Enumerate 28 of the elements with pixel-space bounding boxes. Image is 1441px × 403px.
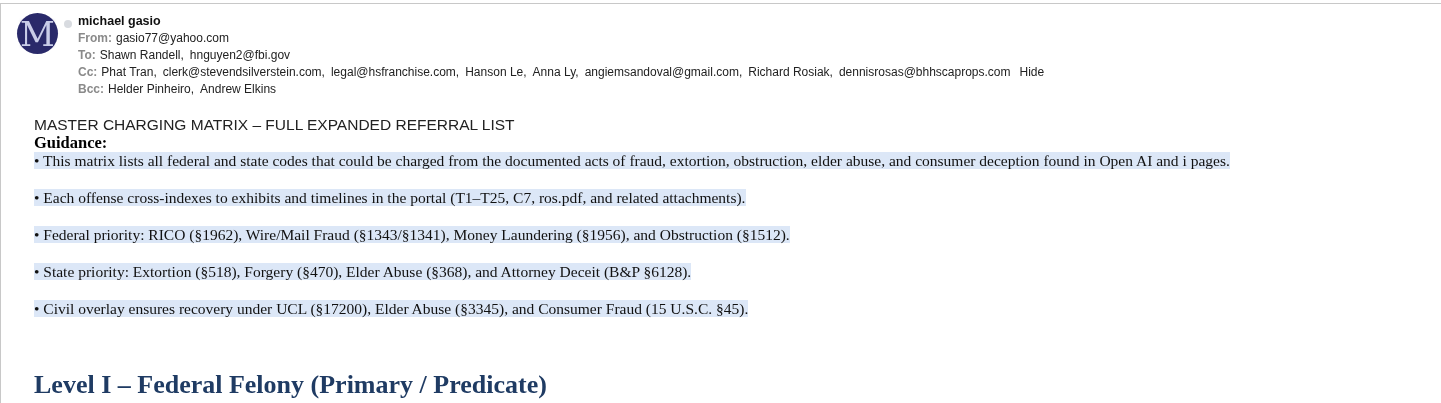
recipient: legal@hsfranchise.com, [330, 64, 460, 81]
sender-name: michael gasio [78, 13, 162, 30]
message-title: MASTER CHARGING MATRIX – FULL EXPANDED REFERRAL LIST [34, 116, 516, 134]
recipient: Andrew Elkins [200, 81, 277, 98]
recipient: dennisrosas@bhhscaprops.com [838, 64, 1011, 81]
bullet-text: • Each offense cross-indexes to exhibits and timelines in the portal (T1–T25, C7, ros.pdf, and related attachments). [34, 189, 746, 206]
bullet-text: • This matrix lists all federal and state codes that could be charged from the documented acts of fraud, extortion, obstruction, elder abuse, and consumer deception found in Open AI and i pages. [34, 152, 1230, 169]
header-label: From: [78, 30, 112, 47]
avatar: M [17, 13, 58, 54]
header-label: Bcc: [78, 81, 104, 98]
recipient: Anna Ly, [532, 64, 579, 81]
recipient: Helder Pinheiro, [108, 81, 195, 98]
recipient: gasio77@yahoo.com [116, 30, 229, 47]
recipient: Shawn Randell, [99, 47, 184, 64]
header-label: Cc: [78, 64, 98, 81]
hide-link[interactable]: Hide [1019, 64, 1045, 81]
bullet-text: • Federal priority: RICO (§1962), Wire/Mail Fraud (§1343/§1341), Money Laundering (§1956), and Obstruction (§1512). [34, 226, 790, 243]
recipient: clerk@stevendsilverstein.com, [162, 64, 325, 81]
recipient: angiemsandoval@gmail.com, [584, 64, 743, 81]
recipient: Richard Rosiak, [748, 64, 833, 81]
bullet-text: • State priority: Extortion (§518), Forgery (§470), Elder Abuse (§368), and Attorney Deceit (B&P §6128). [34, 263, 692, 280]
recipient: Phat Tran, [101, 64, 157, 81]
recipient: hnguyen2@fbi.gov [189, 47, 291, 64]
section-heading: Level I – Federal Felony (Primary / Predicate) [34, 370, 548, 400]
bullet-text: • Civil overlay ensures recovery under UCL (§17200), Elder Abuse (§3345), and Consumer Fraud (15 U.S.C. §45). [34, 300, 749, 317]
guidance-heading: Guidance: [34, 134, 109, 152]
recipient: Hanson Le, [465, 64, 527, 81]
header-label: To: [78, 47, 96, 64]
